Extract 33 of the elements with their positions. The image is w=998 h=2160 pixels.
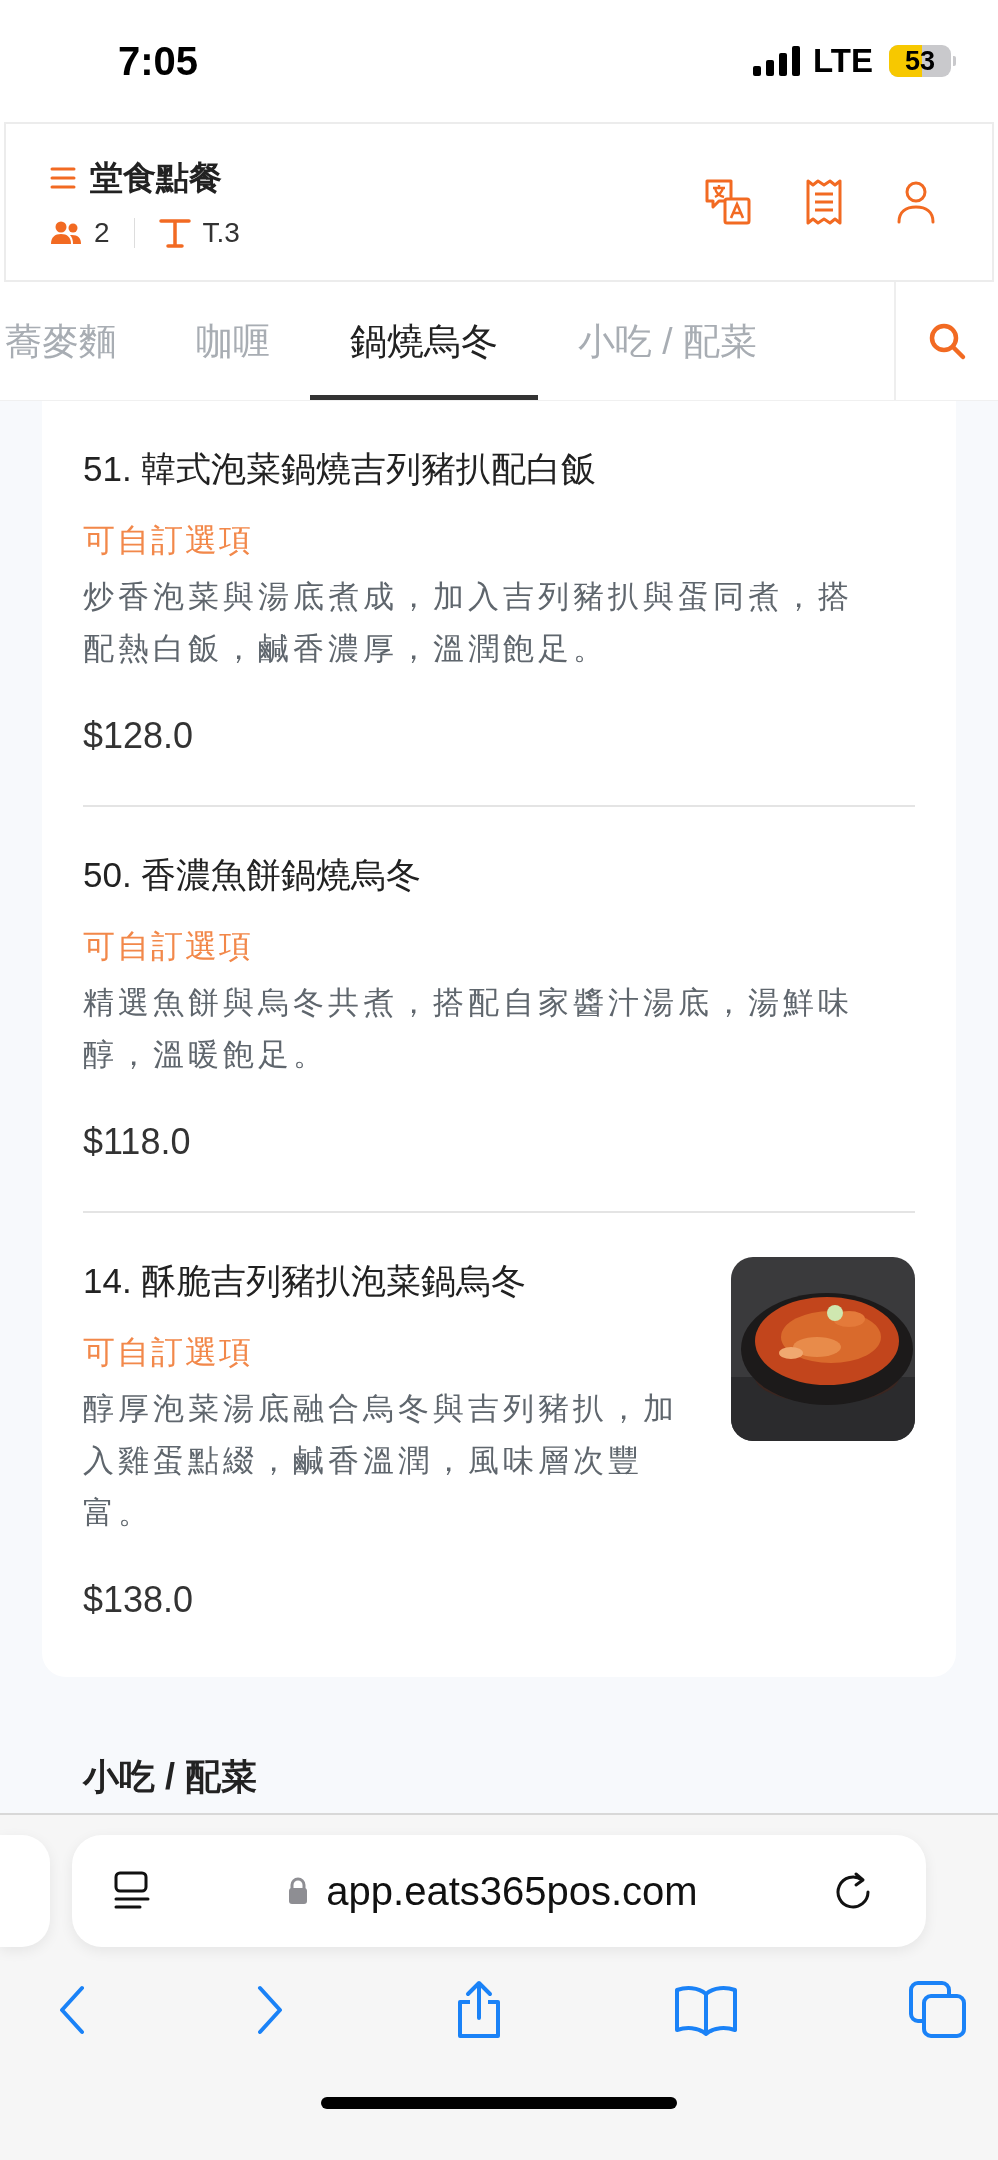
guest-count: 2 — [94, 216, 110, 249]
bookmarks-icon[interactable] — [674, 1984, 738, 2036]
menu-icon[interactable] — [50, 166, 76, 190]
table-icon — [158, 217, 191, 248]
dish-name[interactable]: 50. 香濃魚餅鍋燒烏冬 — [83, 847, 883, 903]
customizable-label: 可自訂選項 — [83, 927, 254, 966]
dish-description: 精選魚餅與烏冬共煮，搭配自家醬汁湯底，湯鮮味醇，溫暖飽足。 — [83, 984, 854, 1074]
receipt-icon[interactable] — [804, 178, 844, 226]
dish-description: 醇厚泡菜湯底融合烏冬與吉列豬扒，加入雞蛋點綴，鹹香溫潤，風味層次豐富。 — [83, 1390, 679, 1532]
status-time: 7:05 — [118, 38, 199, 84]
reader-icon[interactable] — [112, 1870, 152, 1912]
customizable-label: 可自訂選項 — [83, 521, 254, 560]
dish-price: $118.0 — [83, 1120, 192, 1164]
customizable-label: 可自訂選項 — [83, 1333, 254, 1372]
network-label: LTE — [813, 42, 873, 80]
dish-price: $138.0 — [83, 1578, 195, 1622]
dish-name[interactable]: 14. 酥脆吉列豬扒泡菜鍋烏冬 — [83, 1253, 698, 1309]
search-icon[interactable] — [927, 321, 967, 361]
page-title: 堂食點餐 — [90, 157, 222, 198]
translate-icon[interactable] — [704, 178, 752, 226]
url-text: app.eats365pos.com — [326, 1868, 698, 1914]
address-bar[interactable]: app.eats365pos.com — [72, 1835, 926, 1947]
forward-icon[interactable] — [256, 1985, 284, 2035]
tabs-icon[interactable] — [908, 1980, 968, 2040]
table-number: T.3 — [202, 216, 240, 249]
back-icon[interactable] — [58, 1985, 86, 2035]
dish-description: 炒香泡菜與湯底煮成，加入吉列豬扒與蛋同煮，搭配熱白飯，鹹香濃厚，溫潤飽足。 — [83, 578, 854, 668]
dish-price: $128.0 — [83, 714, 195, 758]
lock-icon — [288, 1877, 309, 1905]
dish-name[interactable]: 51. 韓式泡菜鍋燒吉列豬扒配白飯 — [83, 441, 883, 497]
people-icon — [50, 220, 82, 245]
section-heading: 小吃 / 配菜 — [83, 1755, 257, 1799]
user-icon[interactable] — [896, 180, 936, 224]
